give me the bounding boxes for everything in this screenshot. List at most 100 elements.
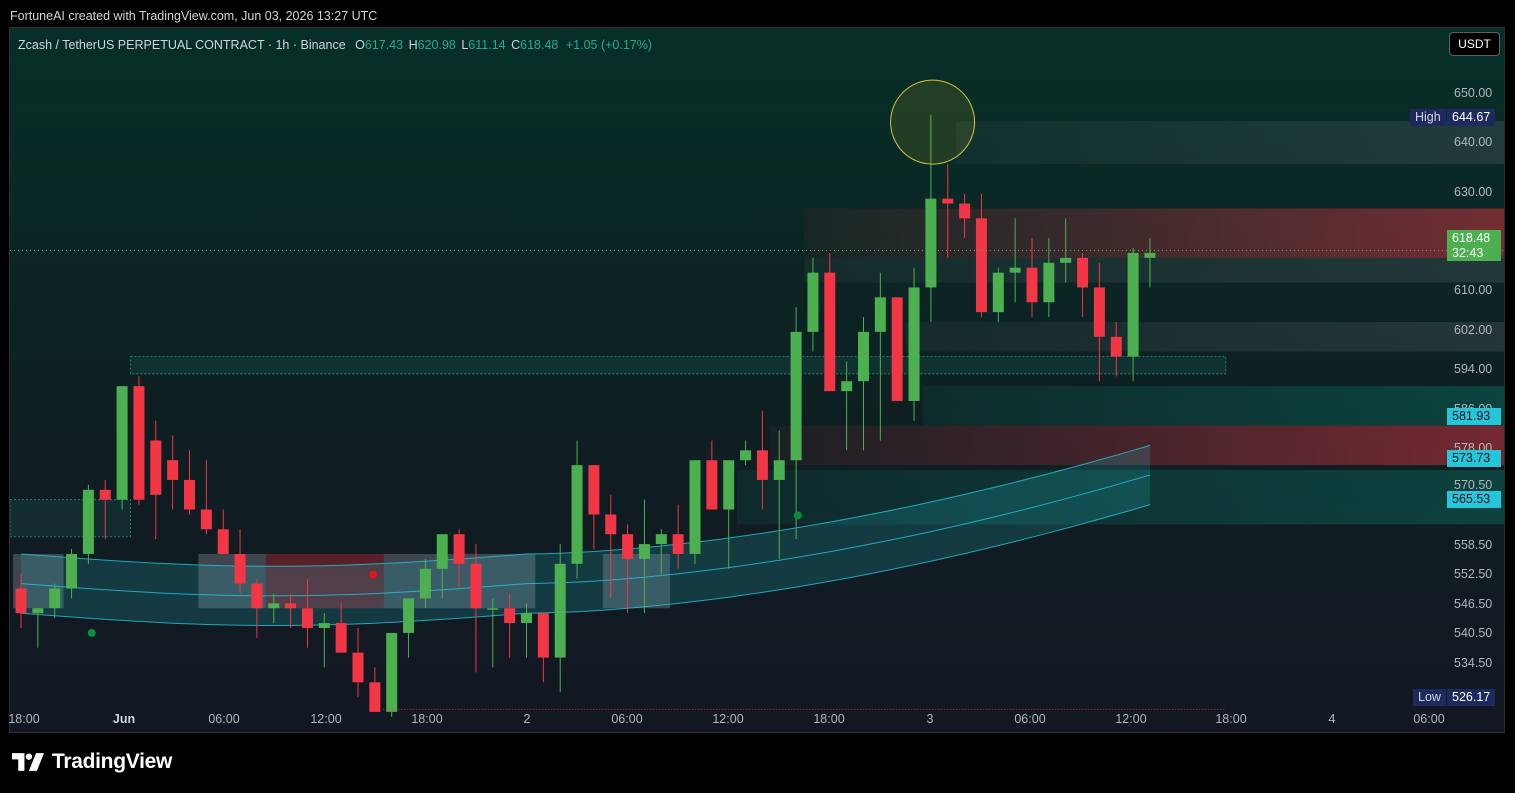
x-axis-tick-label: 12:00 (310, 712, 342, 726)
candle-body (571, 465, 583, 564)
candle-body (655, 534, 667, 545)
close-label: C (511, 38, 521, 52)
candle-body (200, 509, 212, 530)
candle-body (1060, 257, 1072, 263)
candle-body (992, 272, 1004, 313)
candle-body (487, 608, 499, 610)
candle-body (537, 613, 549, 658)
candle-body (689, 460, 701, 554)
chart-frame[interactable] (9, 27, 1505, 733)
x-axis-tick-label: 12:00 (712, 712, 744, 726)
candle-body (133, 386, 145, 500)
candle-body (672, 534, 684, 554)
x-axis-tick-label: 3 (926, 712, 934, 726)
open-value: 617.43 (364, 38, 404, 52)
last-price-tag: 618.48 (1447, 230, 1501, 246)
band-value-tag: 573.73 (1447, 450, 1501, 467)
candle-body (403, 598, 415, 633)
x-axis-tick-label: 12:00 (1115, 712, 1147, 726)
mid-zone (905, 322, 1504, 352)
high-value: 620.98 (417, 38, 456, 52)
symbol-header: Zcash / TetherUS PERPETUAL CONTRACT · 1h… (18, 38, 652, 52)
candlestick-chart[interactable] (10, 28, 1505, 733)
candle-body (891, 297, 903, 401)
candle-body (1127, 252, 1139, 357)
candle-body (975, 218, 987, 313)
candle-body (251, 583, 263, 609)
candle-body (942, 198, 954, 204)
y-axis-tick-label: 546.50 (1454, 596, 1493, 611)
range-box (130, 356, 1227, 375)
y-axis-tick-label: 540.50 (1454, 626, 1493, 641)
candle-body (554, 563, 566, 658)
band-value-tag: 581.93 (1447, 408, 1501, 425)
candle-body (622, 534, 634, 559)
candle-body (419, 568, 431, 599)
brand-name: TradingView (52, 750, 173, 773)
candle-body (790, 331, 802, 461)
candle-body (858, 331, 869, 382)
candle-body (874, 297, 886, 332)
candle-body (841, 381, 853, 392)
candle-body (369, 682, 381, 712)
symbol-title: Zcash / TetherUS PERPETUAL CONTRACT · 1h… (18, 38, 346, 52)
buy-signal-dot (793, 511, 802, 520)
candle-body (740, 450, 752, 461)
candle-body (150, 440, 162, 495)
resistance-zone (956, 121, 1504, 165)
y-axis-tick-label: 610.00 (1454, 283, 1493, 298)
demand-zone (922, 386, 1504, 426)
candle-body (116, 386, 128, 500)
close-value: 618.48 (520, 38, 559, 52)
y-axis-tick-label: 602.00 (1454, 322, 1493, 337)
high-label-tag: High (1410, 109, 1446, 126)
buy-signal-dot (87, 628, 96, 637)
candle-body (470, 563, 482, 609)
candle-body (1026, 267, 1038, 303)
x-axis-tick-label: 18:00 (411, 712, 443, 726)
x-axis-tick-label: 06:00 (611, 712, 643, 726)
candle-body (234, 553, 246, 584)
candle-body (605, 514, 617, 535)
candle-body (521, 613, 532, 624)
low-label-tag: Low (1413, 689, 1446, 706)
candle-body (335, 623, 347, 653)
candle-body (184, 479, 195, 510)
candle-body (66, 553, 78, 589)
candle-body (268, 603, 280, 609)
tradingview-brand: TradingView (12, 750, 172, 774)
y-axis-tick-label: 594.00 (1454, 362, 1493, 377)
x-axis-tick-label: 18:00 (8, 712, 40, 726)
candle-body (15, 588, 27, 614)
candle-body (32, 608, 44, 614)
candle-body (824, 272, 836, 392)
x-axis-tick-label: Jun (112, 712, 136, 726)
x-axis-tick-label: 18:00 (1215, 712, 1247, 726)
x-axis-tick-label: 06:00 (1413, 712, 1445, 726)
high-label: H (408, 38, 418, 52)
y-axis-tick-label: 558.50 (1454, 537, 1493, 552)
currency-button[interactable]: USDT (1449, 32, 1500, 56)
countdown-tag: 32:43 (1447, 246, 1501, 261)
candle-body (49, 588, 61, 609)
candle-body (588, 465, 600, 515)
y-axis-tick-label: 630.00 (1454, 184, 1493, 199)
candle-body (807, 272, 819, 332)
candle-body (352, 652, 364, 683)
left-range-box (10, 499, 132, 538)
y-axis-tick-label: 552.50 (1454, 567, 1493, 582)
candle-body (167, 460, 179, 480)
candle-body (756, 450, 768, 480)
y-axis-tick-label: 650.00 (1454, 86, 1493, 100)
price-change: +1.05 (+0.17%) (565, 38, 653, 52)
candle-body (925, 198, 937, 288)
x-axis-tick-label: 2 (523, 712, 531, 726)
low-value-tag: 526.17 (1447, 689, 1496, 706)
candle-body (723, 460, 735, 510)
sell-signal-dot (369, 570, 378, 579)
candle-body (1043, 262, 1055, 303)
candle-body (82, 489, 94, 554)
candle-body (217, 529, 229, 554)
candle-body (285, 603, 297, 609)
candle-body (301, 608, 313, 628)
